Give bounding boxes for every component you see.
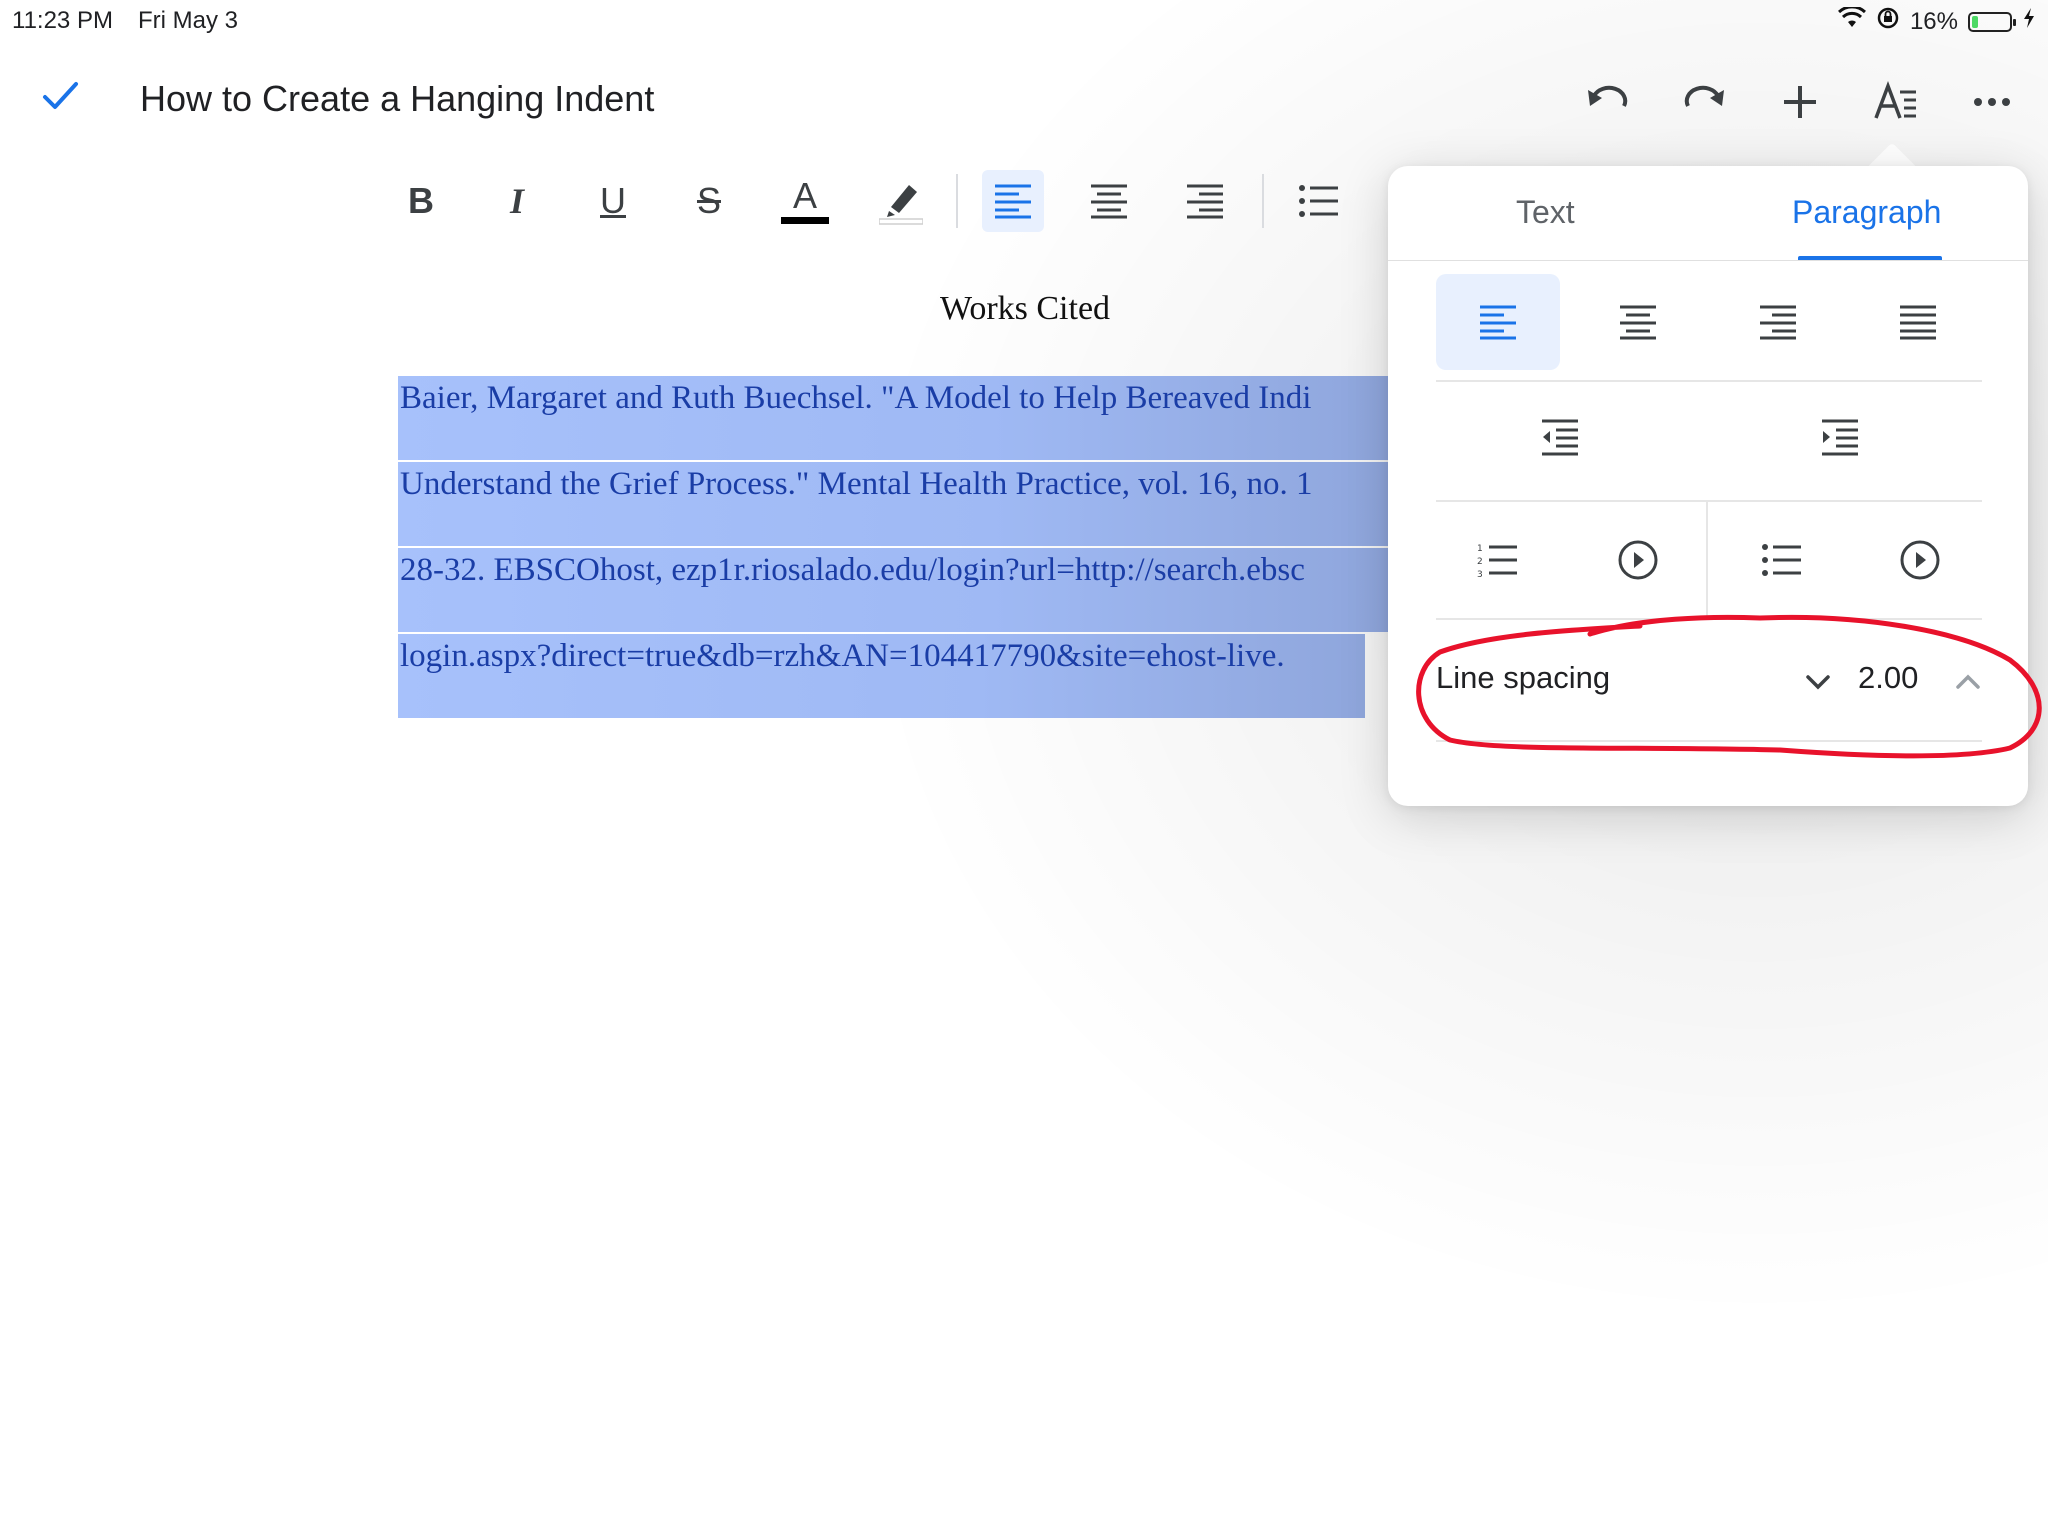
line-spacing-value[interactable]: 2.00 (1858, 660, 1918, 696)
text-color-icon[interactable]: A (774, 170, 836, 232)
line-spacing-label: Line spacing (1436, 660, 1610, 696)
bulleted-list-icon[interactable] (1720, 512, 1844, 608)
bold-label: B (408, 180, 434, 222)
svg-text:1: 1 (1477, 544, 1483, 554)
text-format-icon[interactable] (1870, 76, 1922, 128)
panel-divider (1436, 618, 1982, 620)
citation-line[interactable]: Baier, Margaret and Ruth Buechsel. "A Mo… (398, 376, 1388, 460)
toolbar-divider (1262, 174, 1264, 228)
format-panel: Text Paragraph 1 2 3 Line spacing 2.00 (1388, 166, 2028, 806)
citation-line[interactable]: 28-32. EBSCOhost, ezp1r.riosalado.edu/lo… (398, 548, 1388, 632)
align-right-icon[interactable] (1716, 274, 1840, 370)
document-title[interactable]: How to Create a Hanging Indent (140, 78, 654, 120)
highlight-icon[interactable] (870, 170, 932, 232)
underline-icon[interactable]: U (582, 170, 644, 232)
battery-percent: 16% (1910, 8, 1958, 36)
status-bar: 11:23 PM Fri May 3 16% (0, 0, 2048, 40)
chevron-down-icon[interactable] (1798, 662, 1838, 702)
align-left-icon[interactable] (982, 170, 1044, 232)
insert-plus-icon[interactable] (1774, 76, 1826, 128)
align-center-icon[interactable] (1078, 170, 1140, 232)
checkmark-icon[interactable] (40, 76, 80, 116)
format-tabs: Text Paragraph (1388, 166, 2028, 261)
undo-icon[interactable] (1582, 76, 1634, 128)
citation-line[interactable]: login.aspx?direct=true&db=rzh&AN=1044177… (398, 634, 1365, 718)
more-icon[interactable] (1966, 76, 2018, 128)
active-tab-indicator (1798, 256, 1942, 260)
document-header: How to Create a Hanging Indent (0, 60, 2048, 140)
panel-divider (1436, 740, 1982, 742)
tab-paragraph[interactable]: Paragraph (1792, 194, 1941, 231)
align-right-icon[interactable] (1174, 170, 1236, 232)
panel-divider (1436, 380, 1982, 382)
align-left-icon[interactable] (1436, 274, 1560, 370)
decrease-indent-icon[interactable] (1498, 392, 1622, 482)
selected-citation[interactable]: Baier, Margaret and Ruth Buechsel. "A Mo… (398, 376, 1388, 720)
underline-label: U (600, 180, 626, 222)
panel-divider (1436, 500, 1982, 502)
bold-icon[interactable]: B (390, 170, 452, 232)
increase-indent-icon[interactable] (1778, 392, 1902, 482)
bulleted-list-options-icon[interactable] (1858, 512, 1982, 608)
tab-text[interactable]: Text (1516, 194, 1575, 231)
svg-text:3: 3 (1477, 570, 1483, 578)
text-color-label: A (793, 178, 817, 214)
charging-bolt-icon (2022, 7, 2036, 36)
battery-icon (1968, 12, 2012, 32)
italic-icon[interactable]: I (486, 170, 548, 232)
numbered-list-icon[interactable]: 1 2 3 (1436, 512, 1560, 608)
status-date: Fri May 3 (138, 7, 238, 35)
orientation-lock-icon (1876, 6, 1900, 37)
list-divider (1706, 500, 1708, 616)
citation-line[interactable]: Understand the Grief Process." Mental He… (398, 462, 1388, 546)
redo-icon[interactable] (1678, 76, 1730, 128)
document-heading: Works Cited (800, 290, 1250, 328)
status-time: 11:23 PM (12, 7, 113, 35)
svg-text:2: 2 (1477, 557, 1483, 567)
toolbar-divider (956, 174, 958, 228)
align-center-icon[interactable] (1576, 274, 1700, 370)
bulleted-list-icon[interactable] (1288, 170, 1350, 232)
chevron-up-icon[interactable] (1948, 662, 1988, 702)
text-color-swatch (781, 217, 829, 224)
numbered-list-options-icon[interactable] (1576, 512, 1700, 608)
wifi-icon (1838, 7, 1866, 36)
strikethrough-label: S (697, 180, 721, 222)
battery-level (1972, 16, 1978, 28)
status-right: 16% (1838, 6, 2036, 37)
strikethrough-icon[interactable]: S (678, 170, 740, 232)
align-justify-icon[interactable] (1856, 274, 1980, 370)
italic-label: I (510, 180, 524, 222)
